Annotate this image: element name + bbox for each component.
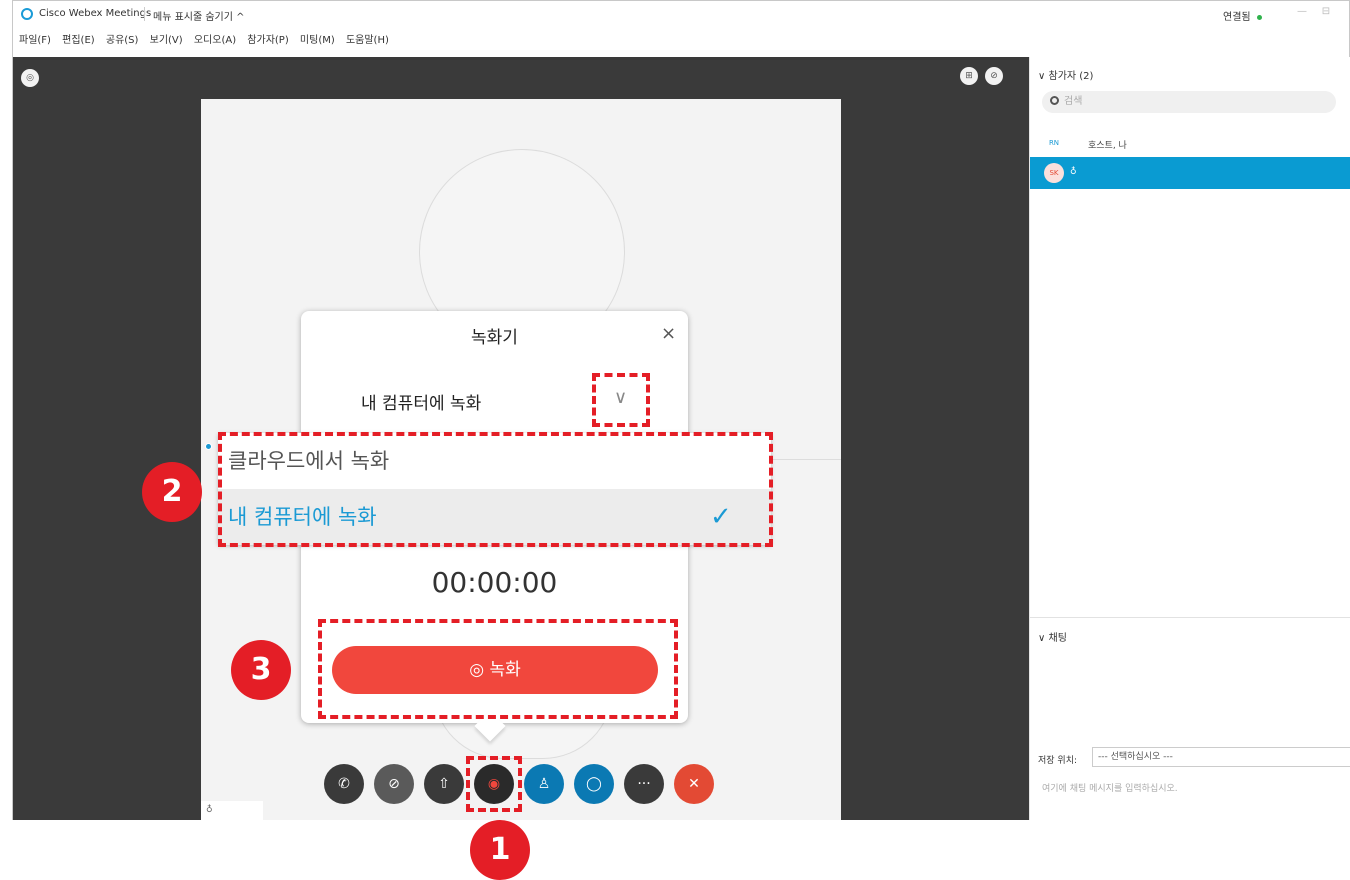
hide-menu-toggle[interactable]: 메뉴 표시줄 숨기기 ^ <box>153 8 245 23</box>
share-icon[interactable]: ⇧ <box>424 764 464 804</box>
save-location-label: 저장 위치: <box>1038 756 1078 766</box>
app-title: Cisco Webex Meetings <box>39 8 152 19</box>
recorder-title: 녹화기 <box>471 328 518 348</box>
menu-meeting[interactable]: 미팅(M) <box>300 31 335 46</box>
connection-status: 연결됨 <box>1223 8 1262 23</box>
mic-icon: ♁ <box>206 805 213 815</box>
step-badge-2: 2 <box>142 462 202 522</box>
search-icon <box>1050 96 1059 105</box>
title-separator <box>144 7 145 21</box>
close-icon[interactable]: × <box>661 323 676 344</box>
annotation-box-chevron <box>592 373 650 427</box>
settings-icon[interactable]: ◎ <box>21 69 39 87</box>
minimize-button[interactable]: — <box>1295 6 1309 20</box>
chat-message-input[interactable]: 여기에 채팅 메시지를 입력하십시오. <box>1042 781 1178 794</box>
self-view-tile: ♁ <box>201 801 263 820</box>
avatar: SK <box>1044 163 1064 183</box>
status-dot-icon <box>205 443 212 450</box>
chat-icon[interactable]: ◯ <box>574 764 614 804</box>
annotation-box-record <box>318 619 678 719</box>
divider-line <box>761 459 841 460</box>
layout-grid-icon[interactable]: ⊞ <box>960 67 978 85</box>
webex-logo-icon <box>21 8 33 20</box>
menu-view[interactable]: 보기(V) <box>150 31 183 46</box>
participants-icon[interactable]: ♙ <box>524 764 564 804</box>
connection-label: 연결됨 <box>1223 12 1251 23</box>
step-badge-3: 3 <box>231 640 291 700</box>
more-icon[interactable]: ··· <box>624 764 664 804</box>
chat-header[interactable]: ∨ 채팅 <box>1038 629 1067 644</box>
restore-button[interactable]: ⊟ <box>1319 6 1333 20</box>
participants-header[interactable]: ∨ 참가자 (2) <box>1038 67 1093 82</box>
annotation-box-options <box>218 432 773 547</box>
menu-participant[interactable]: 참가자(P) <box>247 31 288 46</box>
annotation-box-record-icon <box>466 756 522 812</box>
link-icon[interactable]: ⊘ <box>985 67 1003 85</box>
participant-name: 호스트, 나 <box>1088 141 1127 151</box>
menu-file[interactable]: 파일(F) <box>19 31 51 46</box>
save-location-select[interactable]: --- 선택하십시오 --- <box>1092 747 1350 767</box>
menu-help[interactable]: 도움말(H) <box>346 31 389 46</box>
participant-search-input[interactable]: 검색 <box>1042 91 1336 113</box>
end-meeting-icon[interactable]: ✕ <box>674 764 714 804</box>
step-badge-1: 1 <box>470 820 530 880</box>
right-panel: ∨ 참가자 (2) 검색 RN 호스트, 나 SK ♁ ∨ 채팅 저장 위치: … <box>1029 57 1350 820</box>
phone-icon[interactable]: ✆ <box>324 764 364 804</box>
menu-share[interactable]: 공유(S) <box>106 31 139 46</box>
panel-divider <box>1030 617 1350 618</box>
record-destination-value[interactable]: 내 컴퓨터에 녹화 <box>361 389 481 414</box>
menu-audio[interactable]: 오디오(A) <box>194 31 236 46</box>
menu-edit[interactable]: 편집(E) <box>62 31 95 46</box>
avatar: RN <box>1048 139 1060 147</box>
record-timer: 00:00:00 <box>431 566 558 599</box>
participant-row-selected[interactable]: SK ♁ <box>1030 157 1350 189</box>
audio-icon: ♁ <box>1070 167 1077 177</box>
screenshot-root: Cisco Webex Meetings 메뉴 표시줄 숨기기 ^ 연결됨 — … <box>0 0 1350 880</box>
search-placeholder: 검색 <box>1064 96 1083 107</box>
menu-bar: 파일(F) 편집(E) 공유(S) 보기(V) 오디오(A) 참가자(P) 미팅… <box>13 31 391 51</box>
connection-dot-icon <box>1256 14 1262 20</box>
participant-row-host[interactable]: RN 호스트, 나 <box>1030 127 1350 159</box>
video-off-icon[interactable]: ⊘ <box>374 764 414 804</box>
title-bar: Cisco Webex Meetings 메뉴 표시줄 숨기기 ^ 연결됨 — … <box>13 1 1349 29</box>
